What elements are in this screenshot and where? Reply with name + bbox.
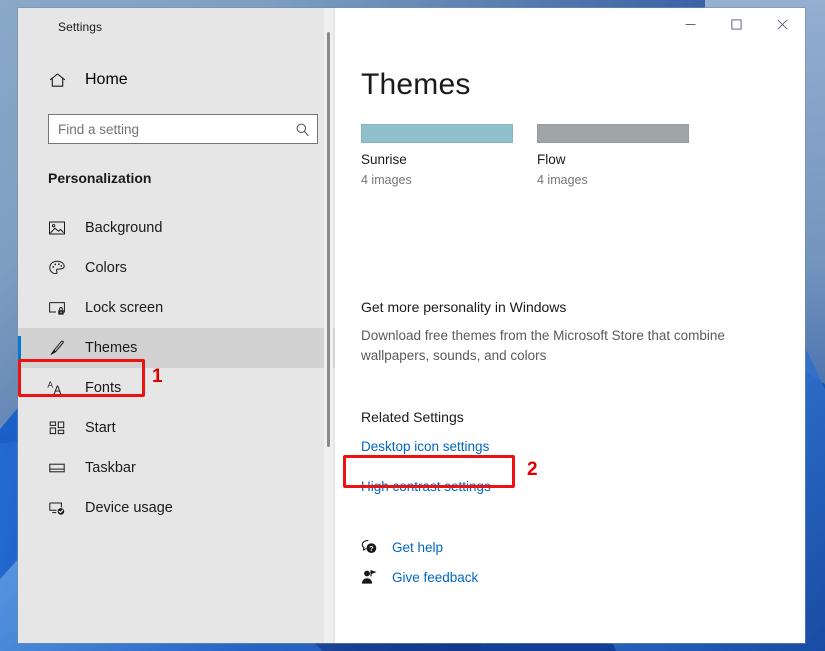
theme-thumbnail[interactable] [537, 124, 689, 143]
theme-card-sunrise[interactable]: Sunrise 4 images [361, 124, 513, 187]
theme-name: Flow [537, 152, 566, 167]
theme-name: Sunrise [361, 152, 407, 167]
titlebar [335, 8, 805, 44]
search-input[interactable] [49, 115, 287, 143]
sidebar-item-label: Background [85, 220, 163, 236]
svg-text:A: A [47, 380, 53, 390]
home-icon [46, 69, 68, 91]
sidebar-item-label: Home [85, 71, 128, 88]
sidebar-item-colors[interactable]: Colors [18, 248, 335, 288]
sidebar-item-label: Lock screen [85, 300, 164, 316]
sidebar-scrollbar[interactable] [324, 8, 333, 643]
category-title: Personalization [48, 170, 152, 186]
sidebar-item-label: Colors [85, 260, 127, 276]
fonts-icon: A A [46, 377, 68, 399]
close-button[interactable] [759, 8, 805, 40]
device-usage-icon [46, 497, 68, 519]
sidebar-nav-list: Background Colors Lock screen Themes A A… [18, 208, 335, 528]
sidebar-item-start[interactable]: Start [18, 408, 335, 448]
high-contrast-settings-link[interactable]: High contrast settings [361, 479, 491, 494]
sidebar-item-lock-screen[interactable]: Lock screen [18, 288, 335, 328]
desktop-icon-settings-link[interactable]: Desktop icon settings [361, 439, 489, 454]
theme-card-flow[interactable]: Flow 4 images [537, 124, 689, 187]
svg-text:?: ? [369, 546, 373, 553]
lock-screen-icon [46, 297, 68, 319]
sidebar-item-label: Start [85, 420, 116, 436]
personality-section: Get more personality in Windows Download… [335, 299, 805, 365]
sidebar-item-label: Themes [85, 340, 138, 356]
content-pane: Themes Sunrise 4 images Flow 4 images Ge… [335, 8, 805, 643]
page-title: Themes [361, 68, 471, 101]
search-box[interactable] [48, 114, 318, 144]
theme-image-count: 4 images [537, 173, 588, 187]
window-title: Settings [58, 20, 103, 34]
sidebar-item-taskbar[interactable]: Taskbar [18, 448, 335, 488]
sidebar-item-themes[interactable]: Themes [18, 328, 335, 368]
start-icon [46, 417, 68, 439]
brush-icon [46, 337, 68, 359]
sidebar-item-label: Fonts [85, 380, 122, 396]
sidebar-item-label: Device usage [85, 500, 173, 516]
theme-thumbnail[interactable] [361, 124, 513, 143]
feedback-person-icon [361, 569, 378, 586]
get-help-link[interactable]: Get help [392, 540, 443, 555]
help-links-section: ? Get help Give feedback [361, 532, 805, 592]
sidebar-item-background[interactable]: Background [18, 208, 335, 248]
sidebar-item-home[interactable]: Home [18, 60, 335, 100]
related-settings-heading: Related Settings [361, 409, 464, 426]
image-icon [46, 217, 68, 239]
personality-body: Download free themes from the Microsoft … [361, 328, 725, 363]
search-icon[interactable] [287, 115, 317, 143]
give-feedback-row[interactable]: Give feedback [361, 562, 805, 592]
sidebar-item-device-usage[interactable]: Device usage [18, 488, 335, 528]
help-bubble-icon: ? [361, 539, 378, 556]
personality-heading: Get more personality in Windows [361, 299, 567, 315]
sidebar: Settings Home Personalization [18, 8, 335, 643]
settings-window: Settings Home Personalization [18, 8, 805, 643]
scrollbar-thumb[interactable] [327, 32, 330, 447]
related-settings-section: Related Settings Desktop icon settings H… [335, 409, 805, 496]
maximize-button[interactable] [713, 8, 759, 40]
themes-grid: Sunrise 4 images Flow 4 images [361, 124, 805, 187]
minimize-button[interactable] [667, 8, 713, 40]
palette-icon [46, 257, 68, 279]
give-feedback-link[interactable]: Give feedback [392, 570, 478, 585]
taskbar-icon [46, 457, 68, 479]
sidebar-item-label: Taskbar [85, 460, 136, 476]
get-help-row[interactable]: ? Get help [361, 532, 805, 562]
theme-image-count: 4 images [361, 173, 412, 187]
svg-text:A: A [54, 385, 62, 397]
sidebar-item-fonts[interactable]: A A Fonts [18, 368, 335, 408]
